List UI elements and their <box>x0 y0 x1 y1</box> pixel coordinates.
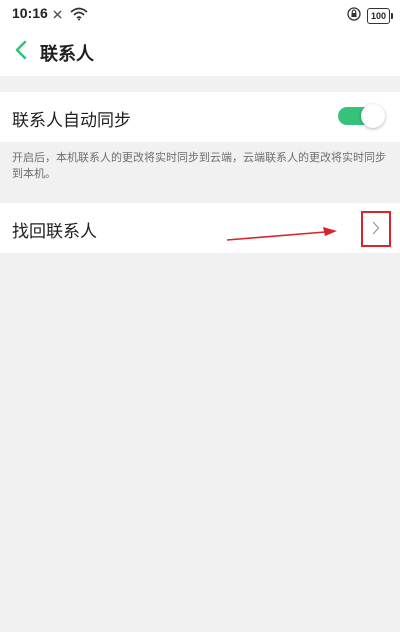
lock-rotation-icon <box>347 6 361 25</box>
chevron-right-icon <box>372 220 380 239</box>
status-time: 10:16 <box>12 5 48 21</box>
battery-indicator: 100 <box>366 7 394 24</box>
toggle-knob <box>361 104 385 128</box>
chevron-left-icon <box>14 40 28 64</box>
sync-description: 开启后，本机联系人的更改将实时同步到云端，云端联系人的更改将实时同步到本机。 <box>12 151 386 180</box>
wifi-icon <box>70 6 88 25</box>
signal-icon <box>52 6 66 25</box>
contacts-sync-row: 联系人自动同步 <box>0 92 400 142</box>
page-title: 联系人 <box>40 44 94 65</box>
contacts-sync-label: 联系人自动同步 <box>12 111 131 131</box>
header: 联系人 <box>0 28 400 76</box>
status-bar: 10:16 100 <box>0 0 400 28</box>
status-left-icons <box>52 6 88 25</box>
recover-contacts-label: 找回联系人 <box>12 222 97 242</box>
back-button[interactable] <box>6 37 36 67</box>
annotation-arrow-icon <box>225 222 341 248</box>
recover-contacts-chevron-highlight[interactable] <box>361 211 391 247</box>
status-right: 100 <box>347 6 394 25</box>
contacts-sync-toggle[interactable] <box>338 104 385 128</box>
